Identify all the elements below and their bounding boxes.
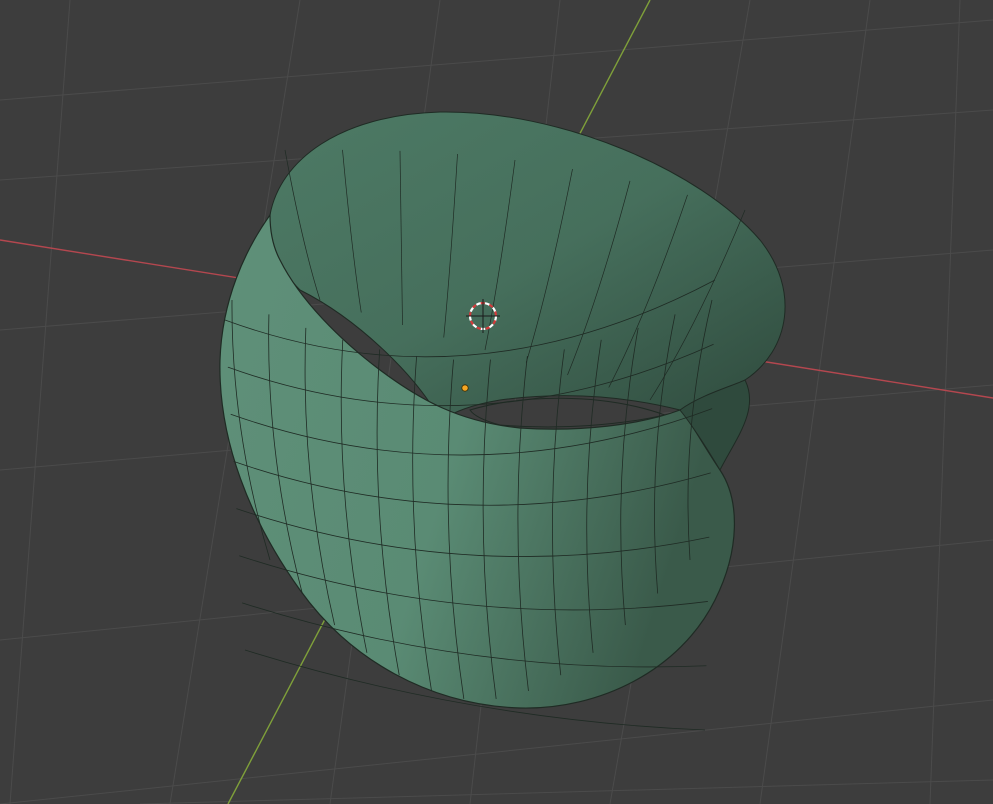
viewport-canvas[interactable] bbox=[0, 0, 993, 804]
object-origin-dot-icon[interactable] bbox=[461, 384, 469, 392]
3d-viewport[interactable] bbox=[0, 0, 993, 804]
